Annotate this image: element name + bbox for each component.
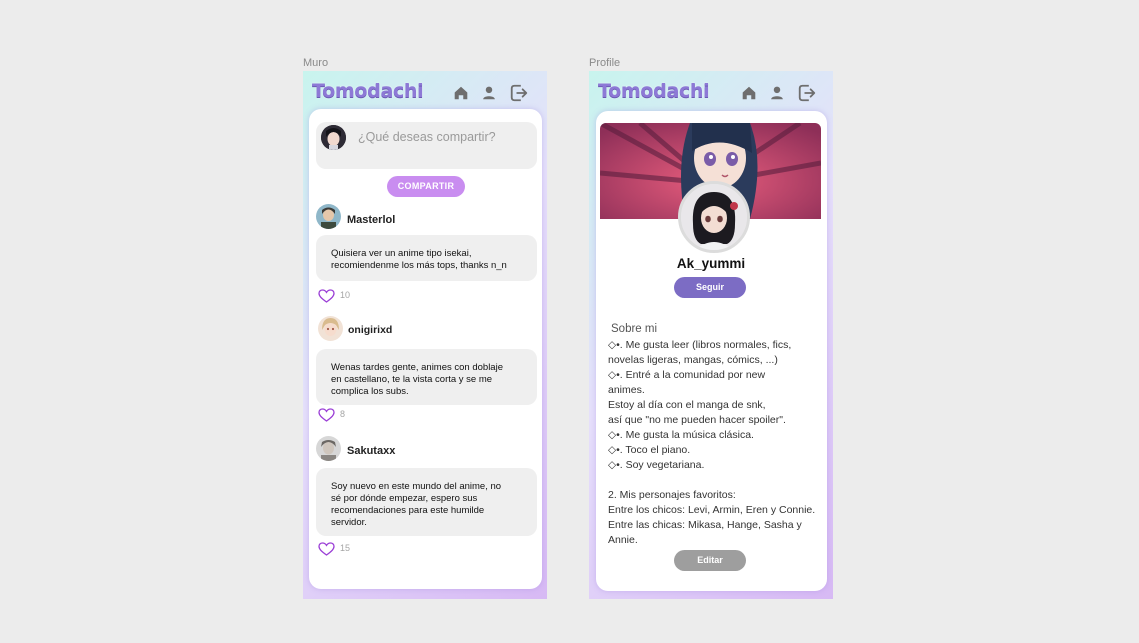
- logout-icon[interactable]: [797, 83, 817, 103]
- profile-username: Ak_yummi: [676, 256, 746, 271]
- post-text-line: Soy nuevo en este mundo del anime, no: [331, 481, 502, 492]
- post-text-line: recomiendenme los más tops, thanks n_n: [331, 260, 507, 271]
- about-line: 2. Mis personajes favoritos:: [608, 489, 736, 501]
- post-content: Wenas tardes gente, animes con doblaje e…: [316, 349, 537, 405]
- post-text-line: complica los subs.: [331, 386, 409, 397]
- post-text-line: sé por dónde empezar, espero sus: [331, 493, 478, 504]
- post-content: Soy nuevo en este mundo del anime, no sé…: [316, 468, 537, 536]
- user-icon[interactable]: [768, 84, 786, 102]
- follow-button[interactable]: Seguir: [674, 277, 746, 298]
- avatar: [318, 316, 343, 341]
- app-logo[interactable]: Tomodachi: [598, 80, 710, 102]
- logout-icon[interactable]: [509, 83, 529, 103]
- edit-button[interactable]: Editar: [674, 550, 746, 571]
- post-content: Quisiera ver un anime tipo isekai, recom…: [316, 235, 537, 281]
- avatar: [316, 204, 341, 229]
- avatar: [321, 125, 346, 150]
- feed-card: ¿Qué deseas compartir? COMPARTIR Masterl…: [309, 109, 542, 589]
- like-button[interactable]: 10: [318, 289, 350, 303]
- like-count: 8: [340, 409, 346, 419]
- about-line: Estoy al día con el manga de snk,: [608, 399, 766, 411]
- about-line: Annie.: [608, 534, 638, 546]
- about-line: Entre las chicas: Mikasa, Hange, Sasha y: [608, 519, 802, 531]
- heart-icon[interactable]: [318, 408, 335, 422]
- about-line: [608, 473, 822, 488]
- heart-icon[interactable]: [318, 542, 335, 556]
- app-logo[interactable]: Tomodachi: [312, 80, 424, 102]
- compose-input[interactable]: ¿Qué deseas compartir?: [358, 130, 496, 144]
- like-button[interactable]: 15: [318, 542, 350, 556]
- post-text-line: en castellano, te la vista corta y se me: [331, 374, 493, 385]
- share-button[interactable]: COMPARTIR: [387, 176, 465, 197]
- about-line: ◇•. Entré a la comunidad por new: [608, 369, 766, 381]
- about-line: ◇•. Me gusta leer (libros normales, fics…: [608, 339, 792, 351]
- about-line: ◇•. Toco el piano.: [608, 444, 691, 456]
- about-line: ◇•. Me gusta la música clásica.: [608, 429, 754, 441]
- profile-avatar: [678, 181, 750, 253]
- about-line: Entre los chicos: Levi, Armin, Eren y Co…: [608, 504, 816, 516]
- about-text: ◇•. Me gusta leer (libros normales, fics…: [608, 338, 822, 548]
- like-count: 15: [340, 543, 351, 553]
- profile-screen: Tomodachi Ak_yummi Seguir Sobre mi ◇•. M…: [589, 71, 833, 599]
- muro-screen: Tomodachi ¿Qué deseas compartir? COMPART…: [303, 71, 547, 599]
- like-count: 10: [340, 290, 351, 300]
- post-text-line: recomendaciones para este humilde: [331, 505, 485, 516]
- like-button[interactable]: 8: [318, 408, 345, 422]
- about-line: novelas ligeras, mangas, cómics, ...): [608, 354, 778, 366]
- post-text-line: Quisiera ver un anime tipo isekai,: [331, 248, 472, 259]
- post-username[interactable]: Masterlol: [347, 214, 395, 226]
- compose-box[interactable]: ¿Qué deseas compartir?: [316, 122, 537, 169]
- profile-card: Ak_yummi Seguir Sobre mi ◇•. Me gusta le…: [596, 111, 827, 591]
- post-username[interactable]: Sakutaxx: [347, 445, 395, 457]
- home-icon[interactable]: [452, 84, 470, 102]
- avatar: [316, 436, 341, 461]
- post-username[interactable]: onigirixd: [348, 324, 392, 336]
- user-icon[interactable]: [480, 84, 498, 102]
- post-text-line: servidor.: [331, 517, 367, 528]
- app-header: Tomodachi: [303, 71, 547, 113]
- post-text-line: Wenas tardes gente, animes con doblaje: [331, 362, 503, 373]
- heart-icon[interactable]: [318, 289, 335, 303]
- frame-label-profile: Profile: [589, 57, 621, 69]
- about-line: animes.: [608, 384, 645, 396]
- frame-label-muro: Muro: [303, 57, 329, 69]
- app-header: Tomodachi: [589, 71, 833, 113]
- about-line: ◇•. Soy vegetariana.: [608, 459, 705, 471]
- about-line: así que "no me pueden hacer spoiler".: [608, 414, 786, 426]
- about-title: Sobre mi: [611, 323, 658, 335]
- home-icon[interactable]: [740, 84, 758, 102]
